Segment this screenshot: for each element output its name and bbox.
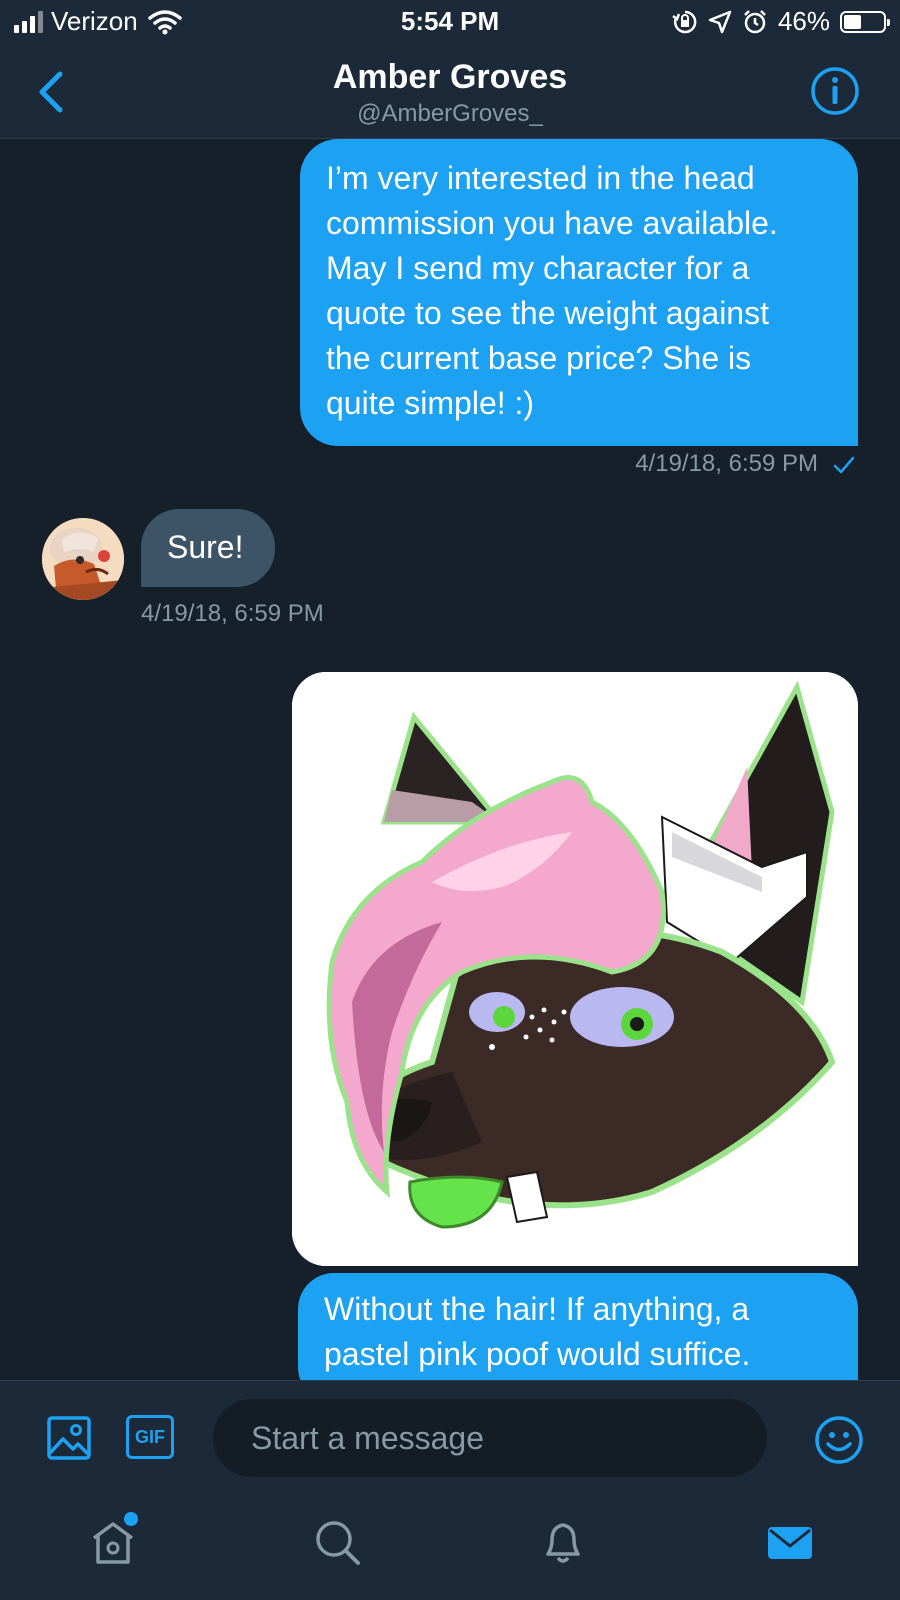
message-line: quote to see the weight against xyxy=(326,295,769,331)
battery-fill xyxy=(844,14,861,29)
emoji-icon[interactable] xyxy=(814,1415,864,1465)
message-line: commission you have available. xyxy=(326,205,778,241)
avatar-image xyxy=(42,518,124,600)
incoming-message[interactable]: Sure! xyxy=(141,509,275,587)
orientation-lock-icon xyxy=(672,10,697,33)
message-line: I’m very interested in the head xyxy=(326,160,755,196)
conversation-header: Amber Groves @AmberGroves_ xyxy=(0,46,900,139)
mail-icon[interactable] xyxy=(765,1518,815,1568)
search-icon[interactable] xyxy=(313,1518,363,1568)
message-timestamp: 4/19/18, 6:59 PM xyxy=(141,600,324,627)
outgoing-message[interactable]: Without the hair! If anything, a pastel … xyxy=(298,1273,858,1380)
alarm-icon xyxy=(744,9,766,33)
message-line: pastel pink poof would suffice. xyxy=(324,1336,751,1372)
battery-icon xyxy=(840,10,890,33)
character-head-image xyxy=(292,672,858,1266)
message-line: Without the hair! If anything, a xyxy=(324,1291,750,1327)
bell-icon[interactable] xyxy=(538,1518,588,1568)
avatar[interactable] xyxy=(42,518,124,600)
message-input[interactable]: Start a message xyxy=(213,1399,767,1477)
message-line: quite simple! :) xyxy=(326,385,535,421)
info-button[interactable] xyxy=(810,66,860,116)
dm-conversation-screen: Verizon 5:54 PM 46% Amber Groves @AmberG… xyxy=(0,0,900,1600)
location-icon xyxy=(708,10,732,33)
tab-bar xyxy=(0,1492,900,1600)
image-icon[interactable] xyxy=(46,1415,92,1461)
message-text: Sure! xyxy=(167,529,244,565)
gif-button[interactable]: GIF xyxy=(126,1415,174,1459)
message-timestamp: 4/19/18, 6:59 PM xyxy=(635,450,818,477)
message-list[interactable]: I’m very interested in the head commissi… xyxy=(0,139,900,1380)
image-message[interactable] xyxy=(292,672,858,1266)
message-composer: GIF Start a message xyxy=(0,1380,900,1493)
status-bar: Verizon 5:54 PM 46% xyxy=(0,0,900,46)
outgoing-message[interactable]: I’m very interested in the head commissi… xyxy=(300,139,858,446)
contact-handle: @AmberGroves_ xyxy=(357,100,543,127)
notification-dot xyxy=(124,1512,138,1526)
battery-percent: 46% xyxy=(777,6,830,36)
message-line: the current base price? She is xyxy=(326,340,752,376)
status-right: 46% xyxy=(672,6,890,37)
checkmark-icon xyxy=(833,456,855,474)
message-line: May I send my character for a xyxy=(326,250,750,286)
contact-name[interactable]: Amber Groves xyxy=(0,58,900,97)
